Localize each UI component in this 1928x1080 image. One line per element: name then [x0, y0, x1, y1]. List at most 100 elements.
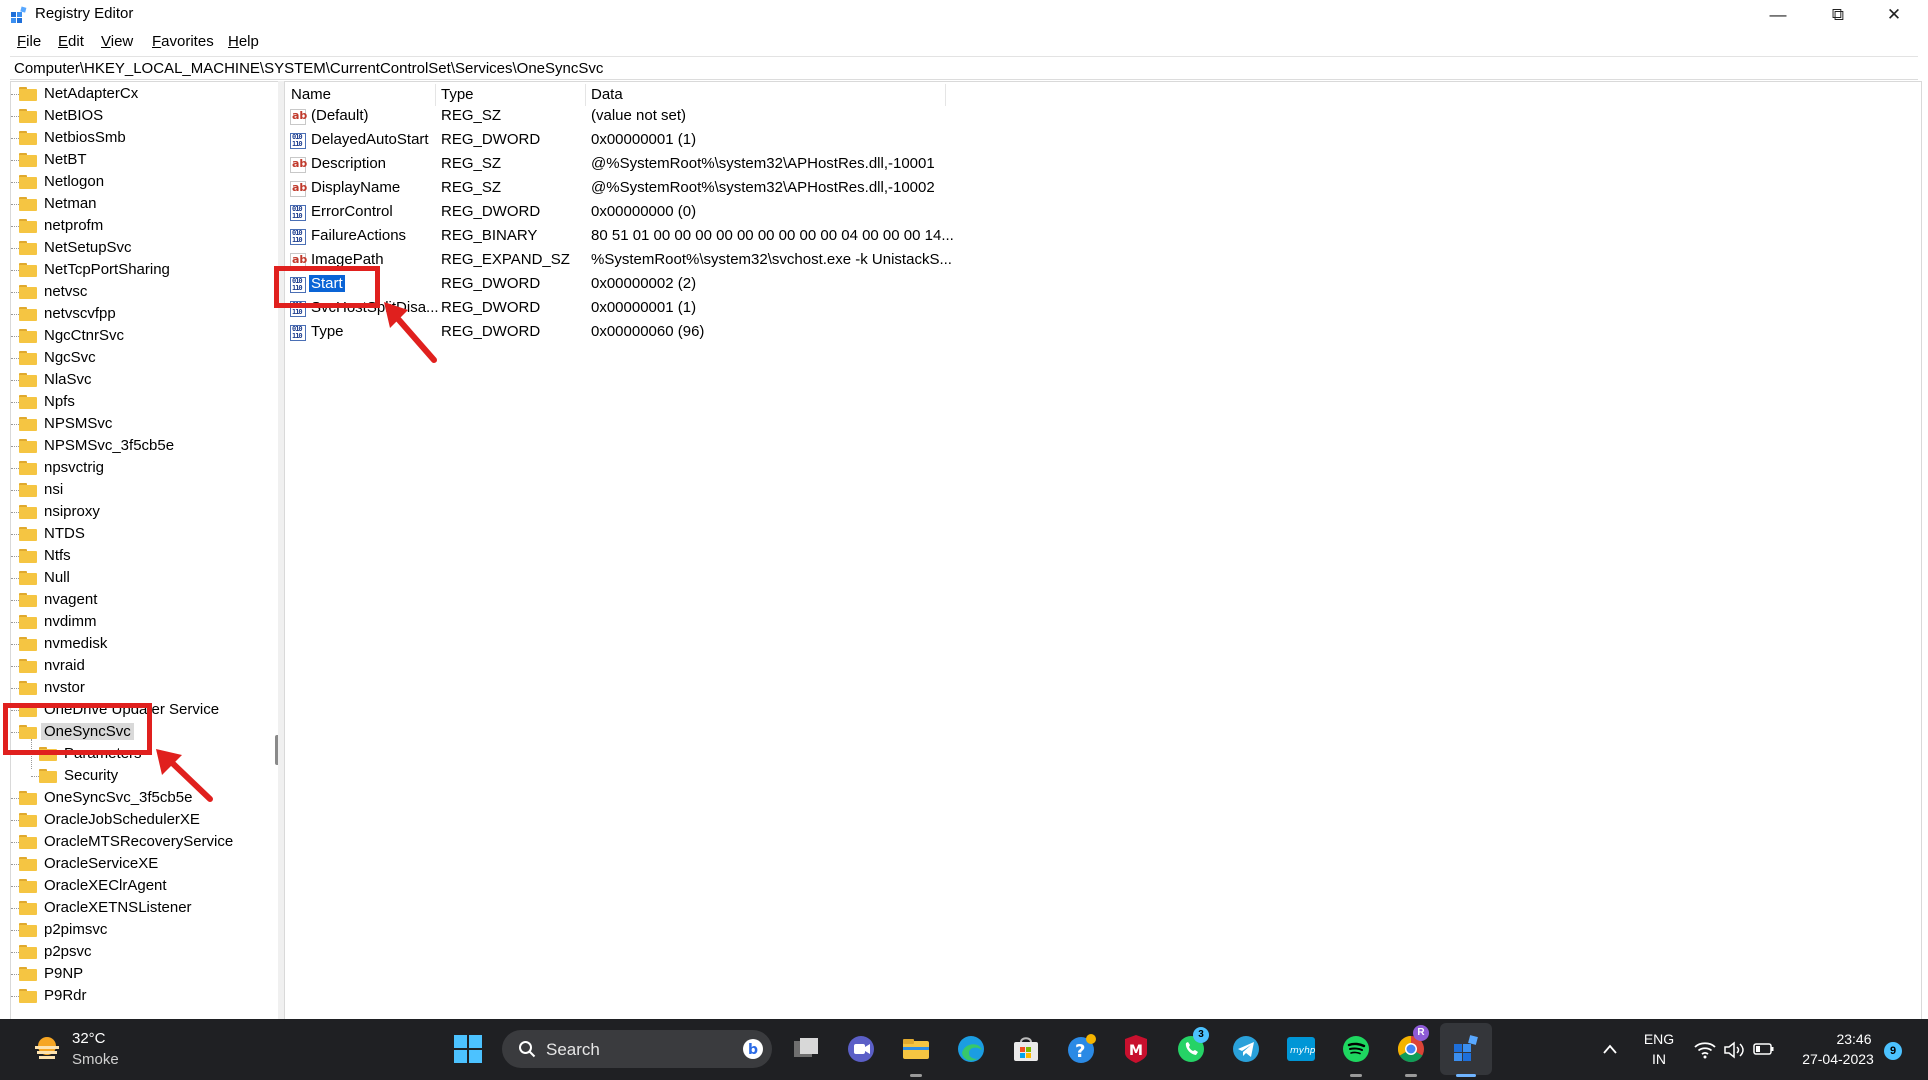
tree-connector — [31, 776, 39, 777]
folder-icon — [19, 307, 37, 321]
tree-connector — [11, 930, 19, 931]
value-type: REG_DWORD — [441, 323, 541, 340]
value-row[interactable]: 010 110 DelayedAutoStart REG_DWORD 0x0000000… — [285, 129, 1285, 153]
menu-edit[interactable]: Edit — [58, 33, 84, 50]
tree-connector — [11, 424, 19, 425]
folder-icon — [19, 109, 37, 123]
windows-start-icon[interactable] — [452, 1033, 484, 1065]
clock-date[interactable]: 27-04-2023 — [1790, 1051, 1886, 1067]
tree-connector — [11, 182, 19, 183]
spotify-icon[interactable] — [1340, 1033, 1372, 1065]
file-explorer-icon[interactable] — [900, 1033, 932, 1065]
folder-icon — [19, 285, 37, 299]
task-view-icon[interactable] — [790, 1033, 822, 1065]
address-bar[interactable]: Computer\HKEY_LOCAL_MACHINE\SYSTEM\Curre… — [10, 56, 1918, 80]
tree-item-label: Netlogon — [44, 173, 105, 190]
clock-time[interactable]: 23:46 — [1826, 1031, 1882, 1047]
wifi-icon[interactable] — [1694, 1041, 1716, 1059]
value-row[interactable]: ab ImagePath REG_EXPAND_SZ %SystemRoot%\sys… — [285, 249, 1285, 273]
column-divider[interactable] — [945, 84, 946, 106]
tree-connector — [11, 358, 19, 359]
column-divider[interactable] — [585, 84, 586, 106]
menu-favorites[interactable]: Favorites — [152, 33, 214, 50]
value-name[interactable]: Description — [309, 155, 388, 172]
myhp-icon[interactable]: myhp — [1285, 1033, 1317, 1065]
value-row[interactable]: ab DisplayName REG_SZ @%SystemRoot%\system3… — [285, 177, 1285, 201]
tree-item-label: npsvctrig — [44, 459, 105, 476]
value-name[interactable]: FailureActions — [309, 227, 408, 244]
value-data: %SystemRoot%\system32\svchost.exe -k Uni… — [591, 251, 952, 268]
chevron-up-icon[interactable] — [1602, 1043, 1618, 1055]
tree-connector — [11, 204, 19, 205]
weather-condition[interactable]: Smoke — [72, 1051, 119, 1068]
folder-icon — [39, 769, 57, 783]
address-path[interactable]: Computer\HKEY_LOCAL_MACHINE\SYSTEM\Curre… — [14, 60, 603, 77]
tree-connector — [11, 402, 19, 403]
registry-editor-icon — [11, 6, 27, 23]
tree-item-label: OracleJobSchedulerXE — [44, 811, 200, 828]
folder-icon — [19, 505, 37, 519]
active-indicator — [1456, 1074, 1476, 1077]
column-divider[interactable] — [435, 84, 436, 106]
tree-connector — [11, 842, 19, 843]
value-type: REG_SZ — [441, 179, 502, 196]
column-header-type[interactable]: Type — [441, 86, 474, 103]
menu-view[interactable]: View — [101, 33, 133, 50]
menu-help[interactable]: Help — [228, 33, 259, 50]
battery-icon[interactable] — [1753, 1042, 1775, 1056]
tree-connector — [11, 952, 19, 953]
title-bar: Registry Editor — ⧉ ✕ — [0, 0, 1928, 30]
folder-icon — [19, 219, 37, 233]
minimize-button[interactable]: — — [1750, 0, 1806, 30]
value-name[interactable]: (Default) — [309, 107, 371, 124]
taskbar-search-box[interactable]: Search b — [502, 1030, 772, 1068]
tree-item-label: NetSetupSvc — [44, 239, 132, 256]
search-icon — [519, 1041, 536, 1058]
notification-count-badge[interactable]: 9 — [1884, 1042, 1902, 1060]
restore-button[interactable]: ⧉ — [1810, 0, 1866, 30]
value-row[interactable]: 010 110 FailureActions REG_BINARY 80 51 01 0… — [285, 225, 1285, 249]
tree-connector — [11, 666, 19, 667]
edge-browser-icon[interactable] — [955, 1033, 987, 1065]
value-name[interactable]: Type — [309, 323, 346, 340]
registry-editor-taskbar-icon[interactable] — [1450, 1033, 1482, 1065]
key-tree-panel[interactable]: NetAdapterCx NetBIOS NetbiosSmb NetBT Netlog… — [10, 81, 280, 1021]
weather-haze-icon[interactable] — [32, 1033, 62, 1063]
folder-icon — [19, 417, 37, 431]
tree-item-label: NetBIOS — [44, 107, 104, 124]
value-name[interactable]: ErrorControl — [309, 203, 395, 220]
tree-item-label: NPSMSvc — [44, 415, 113, 432]
volume-icon[interactable] — [1723, 1041, 1745, 1059]
tree-item-label: NTDS — [44, 525, 85, 542]
value-row[interactable]: 010 110 ErrorControl REG_DWORD 0x00000000 (0… — [285, 201, 1285, 225]
value-data: 0x00000000 (0) — [591, 203, 697, 220]
folder-icon — [19, 659, 37, 673]
values-panel[interactable]: Name Type Data ab (Default) REG_SZ (value n… — [284, 81, 1922, 1021]
svg-text:?: ? — [1075, 1041, 1085, 1062]
tree-item-label: OracleMTSRecoveryService — [44, 833, 234, 850]
tree-connector — [11, 864, 19, 865]
telegram-icon[interactable] — [1230, 1033, 1262, 1065]
column-header-name[interactable]: Name — [291, 86, 331, 103]
tree-item-label: netvsc — [44, 283, 88, 300]
value-row[interactable]: ab Description REG_SZ @%SystemRoot%\system3… — [285, 153, 1285, 177]
bing-icon[interactable]: b — [742, 1038, 764, 1060]
value-name[interactable]: DelayedAutoStart — [309, 131, 431, 148]
weather-temperature[interactable]: 32°C — [72, 1030, 106, 1047]
get-help-icon[interactable]: ? — [1065, 1033, 1097, 1065]
close-button[interactable]: ✕ — [1866, 0, 1922, 30]
tree-connector — [11, 556, 19, 557]
mcafee-icon[interactable]: M — [1120, 1033, 1152, 1065]
value-row[interactable]: ab (Default) REG_SZ (value not set) — [285, 105, 1285, 129]
value-name[interactable]: DisplayName — [309, 179, 402, 196]
language-indicator[interactable]: ENG — [1642, 1031, 1676, 1047]
tree-connector — [11, 578, 19, 579]
language-region[interactable]: IN — [1642, 1051, 1676, 1067]
microsoft-store-icon[interactable] — [1010, 1033, 1042, 1065]
value-row[interactable]: 010 110 Start REG_DWORD 0x00000002 (2) — [285, 273, 1285, 297]
menu-file[interactable]: File — [17, 33, 41, 50]
teams-chat-icon[interactable] — [845, 1033, 877, 1065]
column-header-data[interactable]: Data — [591, 86, 623, 103]
string-value-icon: ab — [290, 157, 307, 173]
tree-item-label: NgcSvc — [44, 349, 96, 366]
